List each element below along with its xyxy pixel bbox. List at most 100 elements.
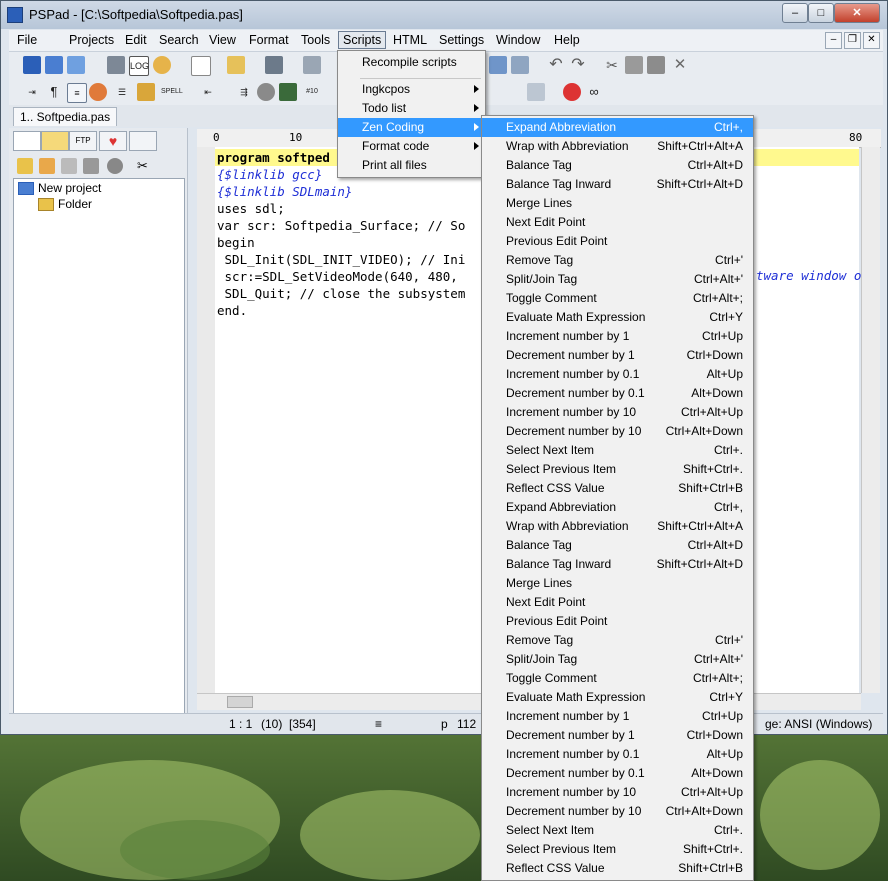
zen-menu-item[interactable]: Next Edit Point	[482, 213, 753, 232]
close-button[interactable]: ✕	[834, 3, 880, 23]
zen-menu-item[interactable]: Wrap with Abbreviation Shift+Ctrl+Alt+A	[482, 137, 753, 156]
log-icon[interactable]: LOG	[129, 56, 149, 76]
save-file-icon[interactable]	[265, 56, 283, 74]
save-all-icon[interactable]	[303, 56, 321, 74]
open-file-icon[interactable]	[227, 56, 245, 74]
zen-menu-item[interactable]: Increment number by 0.1 Alt+Up	[482, 365, 753, 384]
zen-menu-item[interactable]: Decrement number by 0.1 Alt+Down	[482, 384, 753, 403]
indent-icon[interactable]: ⇶	[235, 83, 253, 101]
zen-menu-item[interactable]: Next Edit Point	[482, 593, 753, 612]
menu-search[interactable]: Search	[155, 32, 203, 48]
zen-menu-item[interactable]: Merge Lines	[482, 194, 753, 213]
zen-menu-item[interactable]: Toggle Comment Ctrl+Alt+;	[482, 669, 753, 688]
zen-menu-item[interactable]: Select Next Item Ctrl+.	[482, 821, 753, 840]
spell-check-icon[interactable]: SPELL	[161, 83, 183, 101]
zen-menu-item[interactable]: Previous Edit Point	[482, 612, 753, 631]
numbering-icon[interactable]: ☰	[113, 83, 131, 101]
console-icon[interactable]	[527, 83, 545, 101]
zen-menu-item[interactable]: Decrement number by 0.1 Alt+Down	[482, 764, 753, 783]
record-macro-icon[interactable]	[257, 83, 275, 101]
menu-view[interactable]: View	[205, 32, 240, 48]
zen-menu-item[interactable]: Evaluate Math Expression Ctrl+Y	[482, 308, 753, 327]
title-bar[interactable]: PSPad - [C:\Softpedia\Softpedia.pas] – □…	[1, 1, 887, 29]
new-file-icon[interactable]	[191, 56, 211, 76]
mdi-restore-icon[interactable]: ❐	[844, 32, 861, 49]
project-icon[interactable]	[23, 56, 41, 74]
print-icon[interactable]	[511, 56, 529, 74]
menu-item-print-all-files[interactable]: Print all files	[338, 156, 485, 175]
scroll-thumb[interactable]	[227, 696, 253, 708]
delete-icon[interactable]: ✕	[671, 56, 689, 74]
menu-item-recompile-scripts[interactable]: Recompile scripts	[338, 53, 485, 72]
menu-item-ingkcpos[interactable]: Ingkcpos	[338, 80, 485, 99]
zen-menu-item[interactable]: Expand Abbreviation Ctrl+,	[482, 118, 753, 137]
zen-menu-item[interactable]: Decrement number by 1 Ctrl+Down	[482, 726, 753, 745]
minimize-button[interactable]: –	[782, 3, 808, 23]
hex-icon[interactable]: #10	[303, 83, 321, 101]
zen-menu-item[interactable]: Remove Tag Ctrl+'	[482, 631, 753, 650]
menu-projects[interactable]: Projects	[65, 32, 118, 48]
menu-tools[interactable]: Tools	[297, 32, 334, 48]
menu-edit[interactable]: Edit	[121, 32, 151, 48]
mdi-minimize-icon[interactable]: –	[825, 32, 842, 49]
zen-menu-item[interactable]: Wrap with Abbreviation Shift+Ctrl+Alt+A	[482, 517, 753, 536]
menu-format[interactable]: Format	[245, 32, 293, 48]
zen-menu-item[interactable]: Increment number by 1 Ctrl+Up	[482, 327, 753, 346]
redo-icon[interactable]: ↷	[569, 56, 587, 74]
zen-menu-item[interactable]: Previous Edit Point	[482, 232, 753, 251]
menu-item-todo-list[interactable]: Todo list	[338, 99, 485, 118]
menu-settings[interactable]: Settings	[435, 32, 488, 48]
zen-menu-item[interactable]: Remove Tag Ctrl+'	[482, 251, 753, 270]
maximize-button[interactable]: □	[808, 3, 834, 23]
bookmark-icon[interactable]: ⇤	[199, 83, 217, 101]
zen-menu-item[interactable]: Increment number by 10 Ctrl+Alt+Up	[482, 403, 753, 422]
zen-menu-item[interactable]: Select Previous Item Shift+Ctrl+.	[482, 840, 753, 859]
tab-files-icon[interactable]	[41, 131, 69, 151]
zen-menu-item[interactable]: Merge Lines	[482, 574, 753, 593]
zen-menu-item[interactable]: Split/Join Tag Ctrl+Alt+'	[482, 650, 753, 669]
zen-menu-item[interactable]: Expand Abbreviation Ctrl+,	[482, 498, 753, 517]
copy-icon[interactable]	[625, 56, 643, 74]
settings-gear-icon[interactable]	[153, 56, 171, 74]
add-file-icon[interactable]	[61, 158, 77, 174]
zen-menu-item[interactable]: Toggle Comment Ctrl+Alt+;	[482, 289, 753, 308]
mdi-close-icon[interactable]: ✕	[863, 32, 880, 49]
zen-menu-item[interactable]: Evaluate Math Expression Ctrl+Y	[482, 688, 753, 707]
zen-menu-item[interactable]: Decrement number by 10 Ctrl+Alt+Down	[482, 422, 753, 441]
zen-menu-item[interactable]: Decrement number by 1 Ctrl+Down	[482, 346, 753, 365]
lock-icon[interactable]	[137, 83, 155, 101]
tools-icon[interactable]	[107, 56, 125, 74]
open-project-icon[interactable]	[45, 56, 63, 74]
zen-menu-item[interactable]: Split/Join Tag Ctrl+Alt+'	[482, 270, 753, 289]
tree-item-new-project[interactable]: New project	[18, 181, 101, 196]
zen-menu-item[interactable]: Balance Tag Inward Shift+Ctrl+Alt+D	[482, 175, 753, 194]
add-folder-icon[interactable]	[17, 158, 33, 174]
tab-ftp-icon[interactable]: FTP	[69, 131, 97, 151]
refresh-icon[interactable]	[107, 158, 123, 174]
menu-help[interactable]: Help	[550, 32, 584, 48]
column-mode-icon[interactable]: ≡	[67, 83, 87, 103]
zen-menu-item[interactable]: Reflect CSS Value Shift+Ctrl+B	[482, 479, 753, 498]
preview-icon[interactable]	[489, 56, 507, 74]
menu-scripts[interactable]: Scripts	[338, 31, 387, 49]
stop-icon[interactable]	[563, 83, 581, 101]
word-wrap-icon[interactable]: ⇥	[23, 83, 41, 101]
tab-project-icon[interactable]	[13, 131, 41, 151]
cut-icon[interactable]: ✂	[603, 56, 621, 74]
tab-clip-icon[interactable]	[129, 131, 157, 151]
vertical-scrollbar[interactable]	[861, 147, 880, 693]
paste-icon[interactable]	[647, 56, 665, 74]
spectacles-icon[interactable]: ∞	[585, 83, 603, 101]
tab-softpedia-pas[interactable]: 1.. Softpedia.pas	[13, 107, 118, 126]
menu-html[interactable]: HTML	[389, 32, 431, 48]
project-settings-icon[interactable]: ✂	[137, 158, 153, 174]
menu-item-format-code[interactable]: Format code	[338, 137, 485, 156]
pilcrow-icon[interactable]: ¶	[45, 83, 63, 101]
zen-menu-item[interactable]: Increment number by 10 Ctrl+Alt+Up	[482, 783, 753, 802]
color-icon[interactable]	[89, 83, 107, 101]
zen-menu-item[interactable]: Balance Tag Inward Shift+Ctrl+Alt+D	[482, 555, 753, 574]
zen-menu-item[interactable]: Reflect CSS Value Shift+Ctrl+B	[482, 859, 753, 878]
zen-menu-item[interactable]: Balance Tag Ctrl+Alt+D	[482, 156, 753, 175]
remove-file-icon[interactable]	[83, 158, 99, 174]
menu-file[interactable]: File	[13, 32, 41, 48]
